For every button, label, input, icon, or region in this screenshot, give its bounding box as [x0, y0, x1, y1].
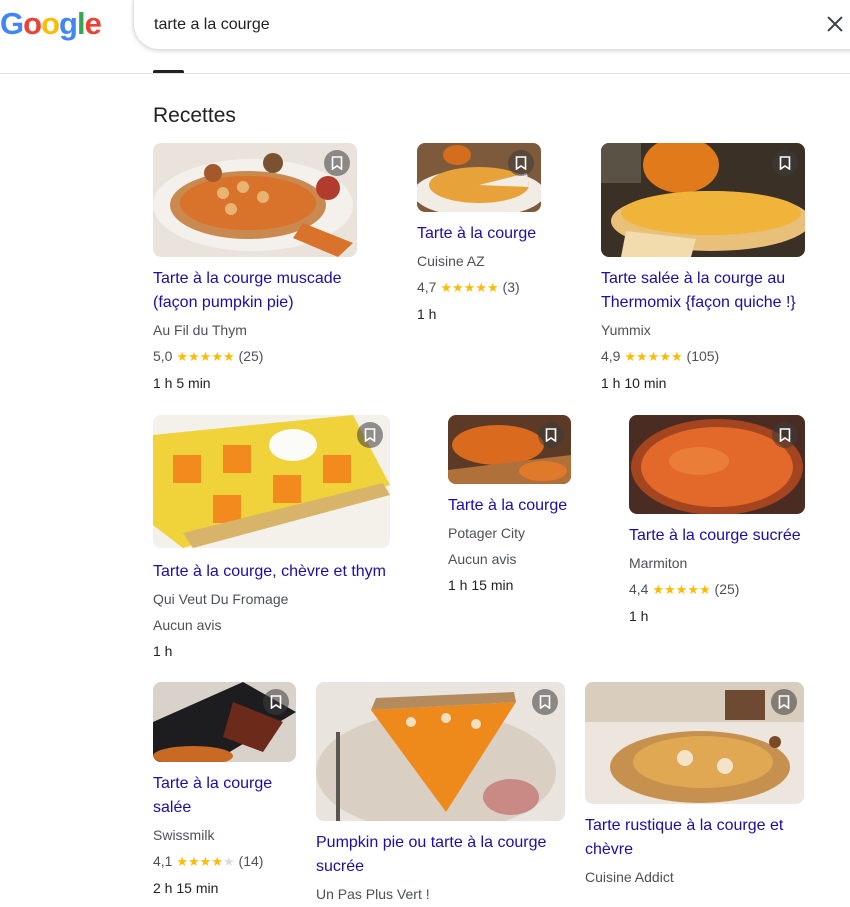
bookmark-button[interactable]	[532, 689, 558, 715]
recipe-image[interactable]	[153, 682, 296, 762]
recipe-rating: 4,7 ★★★★★ (3)	[417, 279, 520, 295]
bookmark-button[interactable]	[508, 150, 534, 176]
recipe-title[interactable]: Tarte à la courge	[448, 494, 608, 518]
recipe-title[interactable]: Tarte à la courge, chèvre et thym	[153, 560, 413, 584]
recipe-time: 1 h	[417, 306, 437, 322]
bookmark-icon	[778, 695, 790, 709]
bookmark-icon	[515, 156, 527, 170]
rating-stars: ★★★★★	[440, 280, 499, 295]
recipe-image[interactable]	[153, 143, 357, 257]
search-input[interactable]: tarte a la courge	[154, 16, 270, 34]
recipe-source: Cuisine Addict	[585, 869, 674, 885]
recipe-title[interactable]: Tarte rustique à la courge et chèvre	[585, 814, 825, 862]
recipe-image[interactable]	[601, 143, 805, 257]
bookmark-icon	[779, 156, 791, 170]
bookmark-button[interactable]	[263, 689, 289, 715]
recipe-source: Marmiton	[629, 555, 688, 571]
recipe-time: 2 h 15 min	[153, 880, 219, 896]
recipe-time: 1 h 15 min	[448, 577, 514, 593]
recipe-card[interactable]: Tarte à la courge, chèvre et thym Qui Ve…	[153, 415, 413, 664]
recipe-source: Au Fil du Thym	[153, 322, 247, 338]
recipe-rating: 4,9 ★★★★★ (105)	[601, 348, 720, 364]
recipe-source: Swissmilk	[153, 827, 215, 843]
recipe-source: Potager City	[448, 525, 526, 541]
bookmark-icon	[779, 428, 791, 442]
google-logo[interactable]: Google	[0, 6, 102, 42]
bookmark-icon	[545, 428, 557, 442]
recipe-card[interactable]: Tarte à la courge Cuisine AZ 4,7 ★★★★★ (…	[417, 143, 577, 327]
bookmark-button[interactable]	[772, 150, 798, 176]
recipe-card[interactable]: Pumpkin pie ou tarte à la courge sucrée U…	[316, 682, 576, 907]
recipe-card[interactable]: Tarte rustique à la courge et chèvre Cuis…	[585, 682, 825, 890]
recipe-card[interactable]: Tarte à la courge salée Swissmilk 4,1 ★★★…	[153, 682, 313, 901]
recipe-rating: 5,0 ★★★★★ (25)	[153, 348, 264, 364]
recipe-card[interactable]: Tarte à la courge Potager City Aucun avi…	[448, 415, 608, 598]
recipe-image[interactable]	[316, 682, 565, 821]
recipe-title[interactable]: Tarte à la courge salée	[153, 772, 313, 820]
recipe-title[interactable]: Tarte à la courge sucrée	[629, 524, 839, 548]
recipe-no-reviews: Aucun avis	[153, 617, 222, 633]
recipe-title[interactable]: Pumpkin pie ou tarte à la courge sucrée	[316, 831, 576, 879]
bookmark-button[interactable]	[357, 422, 383, 448]
bookmark-button[interactable]	[324, 150, 350, 176]
recipe-rating: 4,4 ★★★★★ (25)	[629, 581, 740, 597]
recipe-rating: 4,1 ★★★★★ (14)	[153, 853, 264, 869]
recipe-card[interactable]: Tarte à la courge muscade (façon pumpkin …	[153, 143, 383, 396]
recipe-source: Un Pas Plus Vert !	[316, 886, 430, 902]
bookmark-button[interactable]	[771, 689, 797, 715]
recipe-title[interactable]: Tarte salée à la courge au Thermomix {faç…	[601, 267, 841, 315]
top-bar: Google tarte a la courge	[0, 0, 850, 74]
rating-stars: ★★★★★	[652, 582, 711, 597]
recipe-image[interactable]	[585, 682, 804, 804]
close-icon[interactable]	[824, 13, 846, 35]
bookmark-icon	[331, 156, 343, 170]
recipe-no-reviews: Aucun avis	[448, 551, 517, 567]
recipe-image[interactable]	[417, 143, 541, 212]
recipe-source: Cuisine AZ	[417, 253, 485, 269]
bookmark-icon	[364, 428, 376, 442]
recipe-time: 1 h 10 min	[601, 375, 667, 391]
recipe-time: 1 h	[153, 643, 173, 659]
rating-stars: ★★★★★	[624, 349, 683, 364]
recipe-image[interactable]	[153, 415, 390, 548]
recipe-source: Yummix	[601, 322, 651, 338]
recipe-time: 1 h 5 min	[153, 375, 211, 391]
bookmark-button[interactable]	[538, 422, 564, 448]
bookmark-button[interactable]	[772, 422, 798, 448]
recipe-title[interactable]: Tarte à la courge	[417, 222, 577, 246]
recipe-image[interactable]	[448, 415, 571, 484]
recipe-time: 1 h	[629, 608, 649, 624]
recipe-title[interactable]: Tarte à la courge muscade (façon pumpkin …	[153, 267, 383, 315]
active-tab-indicator	[153, 70, 184, 73]
recipe-card[interactable]: Tarte à la courge sucrée Marmiton 4,4 ★★…	[629, 415, 839, 629]
recipe-source: Qui Veut Du Fromage	[153, 591, 289, 607]
bookmark-icon	[270, 695, 282, 709]
section-title: Recettes	[153, 104, 236, 127]
rating-stars: ★★★★★	[176, 349, 235, 364]
bookmark-icon	[539, 695, 551, 709]
search-box[interactable]: tarte a la courge	[133, 0, 850, 50]
recipe-image[interactable]	[629, 415, 805, 514]
recipe-card[interactable]: Tarte salée à la courge au Thermomix {faç…	[601, 143, 841, 396]
rating-stars: ★★★★★	[176, 854, 235, 869]
